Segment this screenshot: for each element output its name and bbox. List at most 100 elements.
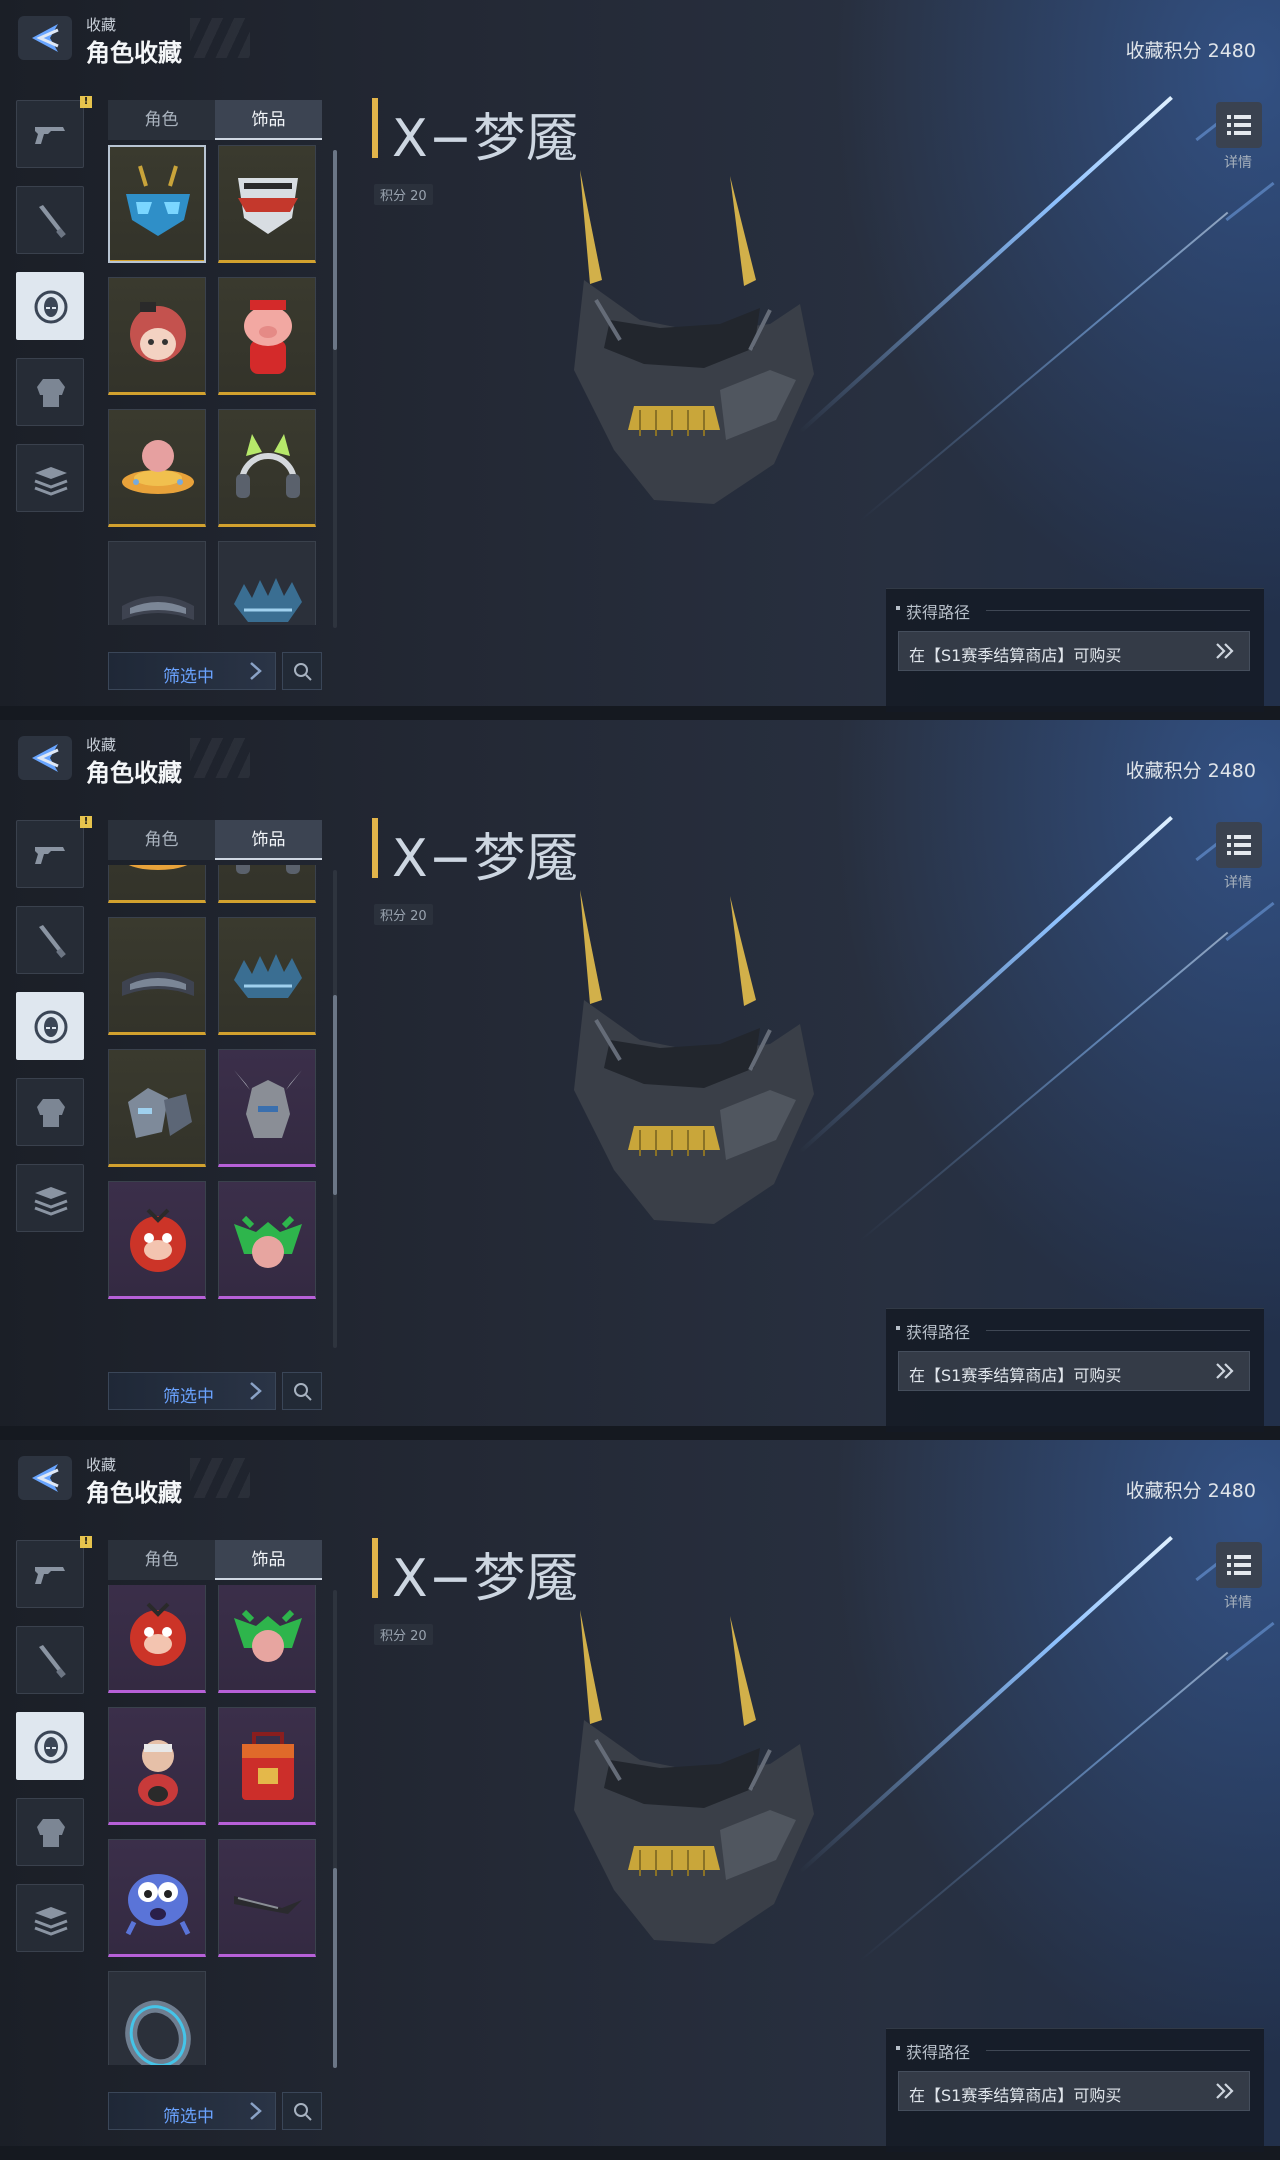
scroll-thumb[interactable] (333, 1868, 337, 2068)
item-card[interactable] (108, 277, 206, 395)
filter-button[interactable]: 筛选中 (108, 1372, 276, 1410)
tab-bar: 角色 饰品 (108, 100, 322, 140)
grid-scrollbar[interactable] (333, 150, 337, 628)
collection-score: 收藏积分 2480 (1125, 40, 1256, 62)
item-card[interactable] (108, 409, 206, 527)
detail-button[interactable] (1216, 1542, 1262, 1588)
nav-stacked-items[interactable] (16, 1164, 84, 1232)
filter-button[interactable]: 筛选中 (108, 652, 276, 690)
item-card[interactable] (108, 1839, 206, 1957)
acquisition-method-row[interactable]: 在【S1赛季结算商店】可购买 (898, 1351, 1250, 1391)
item-card[interactable] (218, 409, 316, 527)
collection-screen: 收藏 角色收藏 收藏积分 2480! 角色 饰品 筛选中 X−梦魇 积分 20 详情 获得路径 在【… (0, 0, 1280, 720)
tab-characters[interactable]: 角色 (108, 1540, 215, 1580)
divider (986, 610, 1250, 611)
item-card[interactable] (108, 1971, 206, 2065)
filter-label: 筛选中 (163, 2107, 214, 2127)
header-decor (190, 1458, 250, 1498)
item-points: 积分 20 (374, 904, 433, 925)
nav-pistol[interactable] (16, 820, 84, 888)
scroll-thumb[interactable] (333, 995, 337, 1196)
item-card[interactable] (218, 1707, 316, 1825)
divider (986, 2050, 1250, 2051)
item-grid (108, 1585, 322, 2065)
nav-melee-weapon[interactable] (16, 1626, 84, 1694)
chevron-right-icon (249, 1381, 263, 1405)
alert-badge: ! (80, 96, 92, 108)
tab-accessories[interactable]: 饰品 (215, 1540, 322, 1580)
filter-button[interactable]: 筛选中 (108, 2092, 276, 2130)
acquisition-heading-text: 获得路径 (906, 2043, 971, 2062)
nav-character-head[interactable] (16, 992, 84, 1060)
title-accent (372, 818, 378, 878)
double-chevron-right-icon (1215, 642, 1235, 664)
chevron-right-icon (249, 661, 263, 685)
collection-score: 收藏积分 2480 (1125, 760, 1256, 782)
back-button[interactable] (18, 16, 72, 60)
acquisition-method-row[interactable]: 在【S1赛季结算商店】可购买 (898, 2071, 1250, 2111)
tab-accessories[interactable]: 饰品 (215, 100, 322, 140)
collection-screen: 收藏 角色收藏 收藏积分 2480! 角色 饰品 筛选中 X−梦魇 积分 20 详情 获得路径 在【… (0, 720, 1280, 1440)
search-button[interactable] (282, 652, 322, 690)
tab-accessories[interactable]: 饰品 (215, 820, 322, 860)
grid-scrollbar[interactable] (333, 870, 337, 1348)
breadcrumb: 收藏 (86, 736, 117, 754)
item-card[interactable] (108, 917, 206, 1035)
page-title: 角色收藏 (86, 759, 182, 787)
acquisition-heading: 获得路径 (895, 599, 971, 623)
acquisition-method: 在【S1赛季结算商店】可购买 (909, 646, 1122, 665)
header-decor (190, 738, 250, 778)
nav-armor-body[interactable] (16, 1078, 84, 1146)
tab-characters[interactable]: 角色 (108, 820, 215, 860)
screens-root: 收藏 角色收藏 收藏积分 2480! 角色 饰品 筛选中 X−梦魇 积分 20 详情 获得路径 在【… (0, 0, 1280, 2160)
item-card[interactable] (108, 541, 206, 625)
item-card[interactable] (218, 277, 316, 395)
nav-melee-weapon[interactable] (16, 906, 84, 974)
breadcrumb: 收藏 (86, 1456, 117, 1474)
nav-armor-body[interactable] (16, 358, 84, 426)
tab-characters[interactable]: 角色 (108, 100, 215, 140)
item-card[interactable] (108, 145, 206, 263)
item-points: 积分 20 (374, 1624, 433, 1645)
detail-button[interactable] (1216, 102, 1262, 148)
item-card[interactable] (218, 1839, 316, 1957)
title-accent (372, 1538, 378, 1598)
item-card[interactable] (218, 917, 316, 1035)
nav-armor-body[interactable] (16, 1798, 84, 1866)
detail-button[interactable] (1216, 822, 1262, 868)
item-card[interactable] (218, 145, 316, 263)
item-card[interactable] (108, 1181, 206, 1299)
collection-score: 收藏积分 2480 (1125, 1480, 1256, 1502)
item-card[interactable] (218, 865, 316, 903)
back-button[interactable] (18, 1456, 72, 1500)
acquisition-heading-text: 获得路径 (906, 1323, 971, 1342)
nav-stacked-items[interactable] (16, 1884, 84, 1952)
acquisition-heading-text: 获得路径 (906, 603, 971, 622)
acquisition-method-row[interactable]: 在【S1赛季结算商店】可购买 (898, 631, 1250, 671)
back-button[interactable] (18, 736, 72, 780)
tab-bar: 角色 饰品 (108, 1540, 322, 1580)
nav-melee-weapon[interactable] (16, 186, 84, 254)
item-card[interactable] (218, 541, 316, 625)
nav-pistol[interactable] (16, 1540, 84, 1608)
chevron-right-icon (249, 2101, 263, 2125)
item-card[interactable] (108, 1585, 206, 1693)
acquisition-panel: 获得路径在【S1赛季结算商店】可购买 (886, 1308, 1264, 1432)
item-card[interactable] (108, 1049, 206, 1167)
scroll-thumb[interactable] (333, 150, 337, 350)
item-card[interactable] (218, 1585, 316, 1693)
grid-scrollbar[interactable] (333, 1590, 337, 2068)
breadcrumb: 收藏 (86, 16, 117, 34)
nav-character-head[interactable] (16, 272, 84, 340)
item-card[interactable] (108, 865, 206, 903)
nav-pistol[interactable] (16, 100, 84, 168)
item-card[interactable] (108, 1707, 206, 1825)
nav-stacked-items[interactable] (16, 444, 84, 512)
nav-character-head[interactable] (16, 1712, 84, 1780)
search-button[interactable] (282, 1372, 322, 1410)
detail-label: 详情 (1224, 875, 1252, 891)
item-card[interactable] (218, 1181, 316, 1299)
item-card[interactable] (218, 1049, 316, 1167)
search-button[interactable] (282, 2092, 322, 2130)
page-title: 角色收藏 (86, 39, 182, 67)
